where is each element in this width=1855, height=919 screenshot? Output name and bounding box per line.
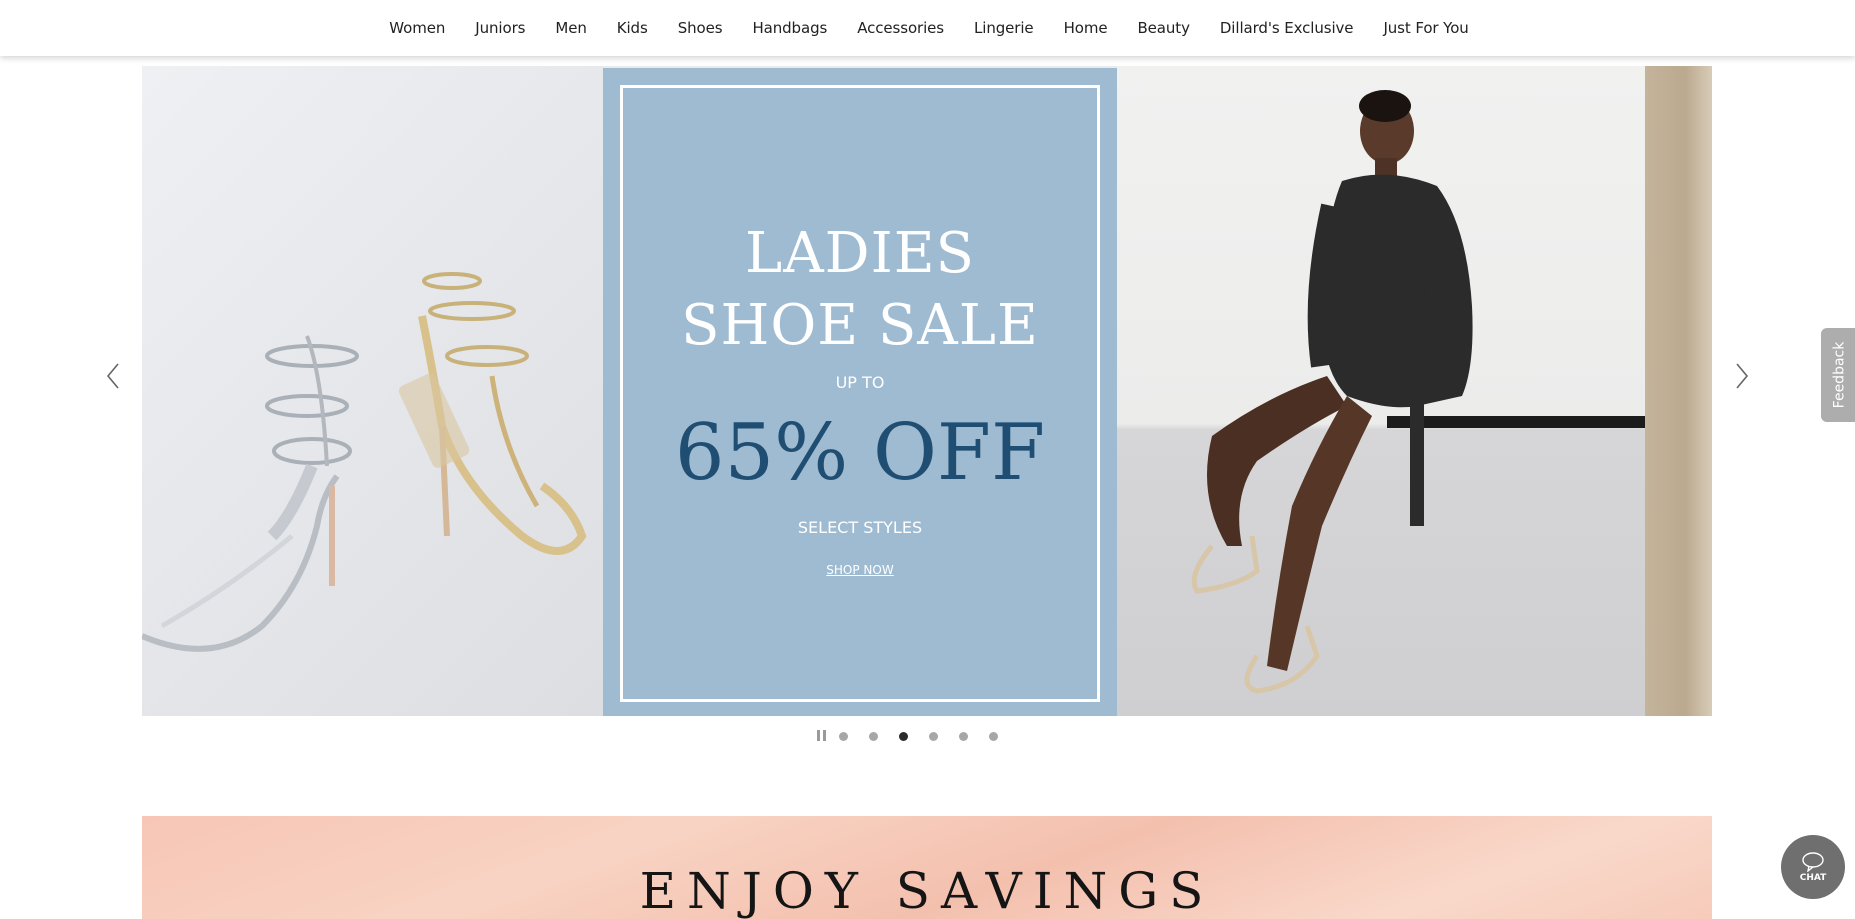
promo-frame xyxy=(620,85,1100,702)
nav-item-home[interactable]: Home xyxy=(1049,19,1123,37)
pause-icon[interactable] xyxy=(815,730,827,742)
model-illustration xyxy=(1191,90,1645,694)
nav-menu: Women Juniors Men Kids Shoes Handbags Ac… xyxy=(374,19,1483,37)
promo-title-line2: SHOE SALE xyxy=(681,293,1039,358)
nav-item-just-for-you[interactable]: Just For You xyxy=(1368,19,1483,37)
chat-button[interactable]: CHAT xyxy=(1781,835,1845,899)
savings-title: ENJOY SAVINGS xyxy=(639,862,1215,919)
carousel-dot-4[interactable] xyxy=(929,731,938,741)
nav-item-lingerie[interactable]: Lingerie xyxy=(959,19,1049,37)
carousel-dot-2[interactable] xyxy=(869,731,878,741)
nav-item-juniors[interactable]: Juniors xyxy=(460,19,540,37)
feedback-tab[interactable]: Feedback xyxy=(1821,328,1855,422)
nav-item-accessories[interactable]: Accessories xyxy=(842,19,959,37)
nav-item-men[interactable]: Men xyxy=(540,19,601,37)
promo-up-to: UP TO xyxy=(835,373,885,392)
next-slide-peek xyxy=(1645,66,1712,716)
nav-item-women[interactable]: Women xyxy=(374,19,460,37)
sandals-illustration xyxy=(142,272,587,652)
promo-select-styles: SELECT STYLES xyxy=(797,518,923,537)
carousel-pagination xyxy=(815,730,1019,742)
chevron-left-icon xyxy=(106,363,119,389)
carousel-dot-1[interactable] xyxy=(839,731,848,741)
carousel-next-button[interactable] xyxy=(1729,360,1753,392)
hero-carousel[interactable]: LADIES SHOE SALE UP TO 65% OFF SELECT ST… xyxy=(142,66,1712,716)
carousel-dot-5[interactable] xyxy=(959,731,968,741)
carousel-dot-3[interactable] xyxy=(899,731,908,741)
carousel-prev-button[interactable] xyxy=(102,360,126,392)
carousel-dot-6[interactable] xyxy=(989,731,998,741)
promo-discount: 65% OFF xyxy=(674,408,1046,498)
enjoy-savings-banner[interactable]: ENJOY SAVINGS xyxy=(142,816,1712,919)
nav-item-handbags[interactable]: Handbags xyxy=(737,19,842,37)
hero-image-sandals xyxy=(142,66,603,716)
nav-item-kids[interactable]: Kids xyxy=(602,19,663,37)
chat-label: CHAT xyxy=(1799,872,1827,883)
nav-item-shoes[interactable]: Shoes xyxy=(663,19,738,37)
nav-item-dillards-exclusive[interactable]: Dillard's Exclusive xyxy=(1205,19,1369,37)
chevron-right-icon xyxy=(1736,363,1749,389)
chat-bubble-icon xyxy=(1802,851,1824,872)
feedback-label: Feedback xyxy=(1831,341,1848,409)
sale-promo-panel[interactable]: LADIES SHOE SALE UP TO 65% OFF SELECT ST… xyxy=(603,68,1117,716)
top-navigation: Women Juniors Men Kids Shoes Handbags Ac… xyxy=(0,0,1855,56)
nav-item-beauty[interactable]: Beauty xyxy=(1122,19,1204,37)
hero-image-model xyxy=(1117,66,1645,716)
promo-title-line1: LADIES xyxy=(745,221,975,286)
shop-now-link[interactable]: SHOP NOW xyxy=(603,563,1117,577)
